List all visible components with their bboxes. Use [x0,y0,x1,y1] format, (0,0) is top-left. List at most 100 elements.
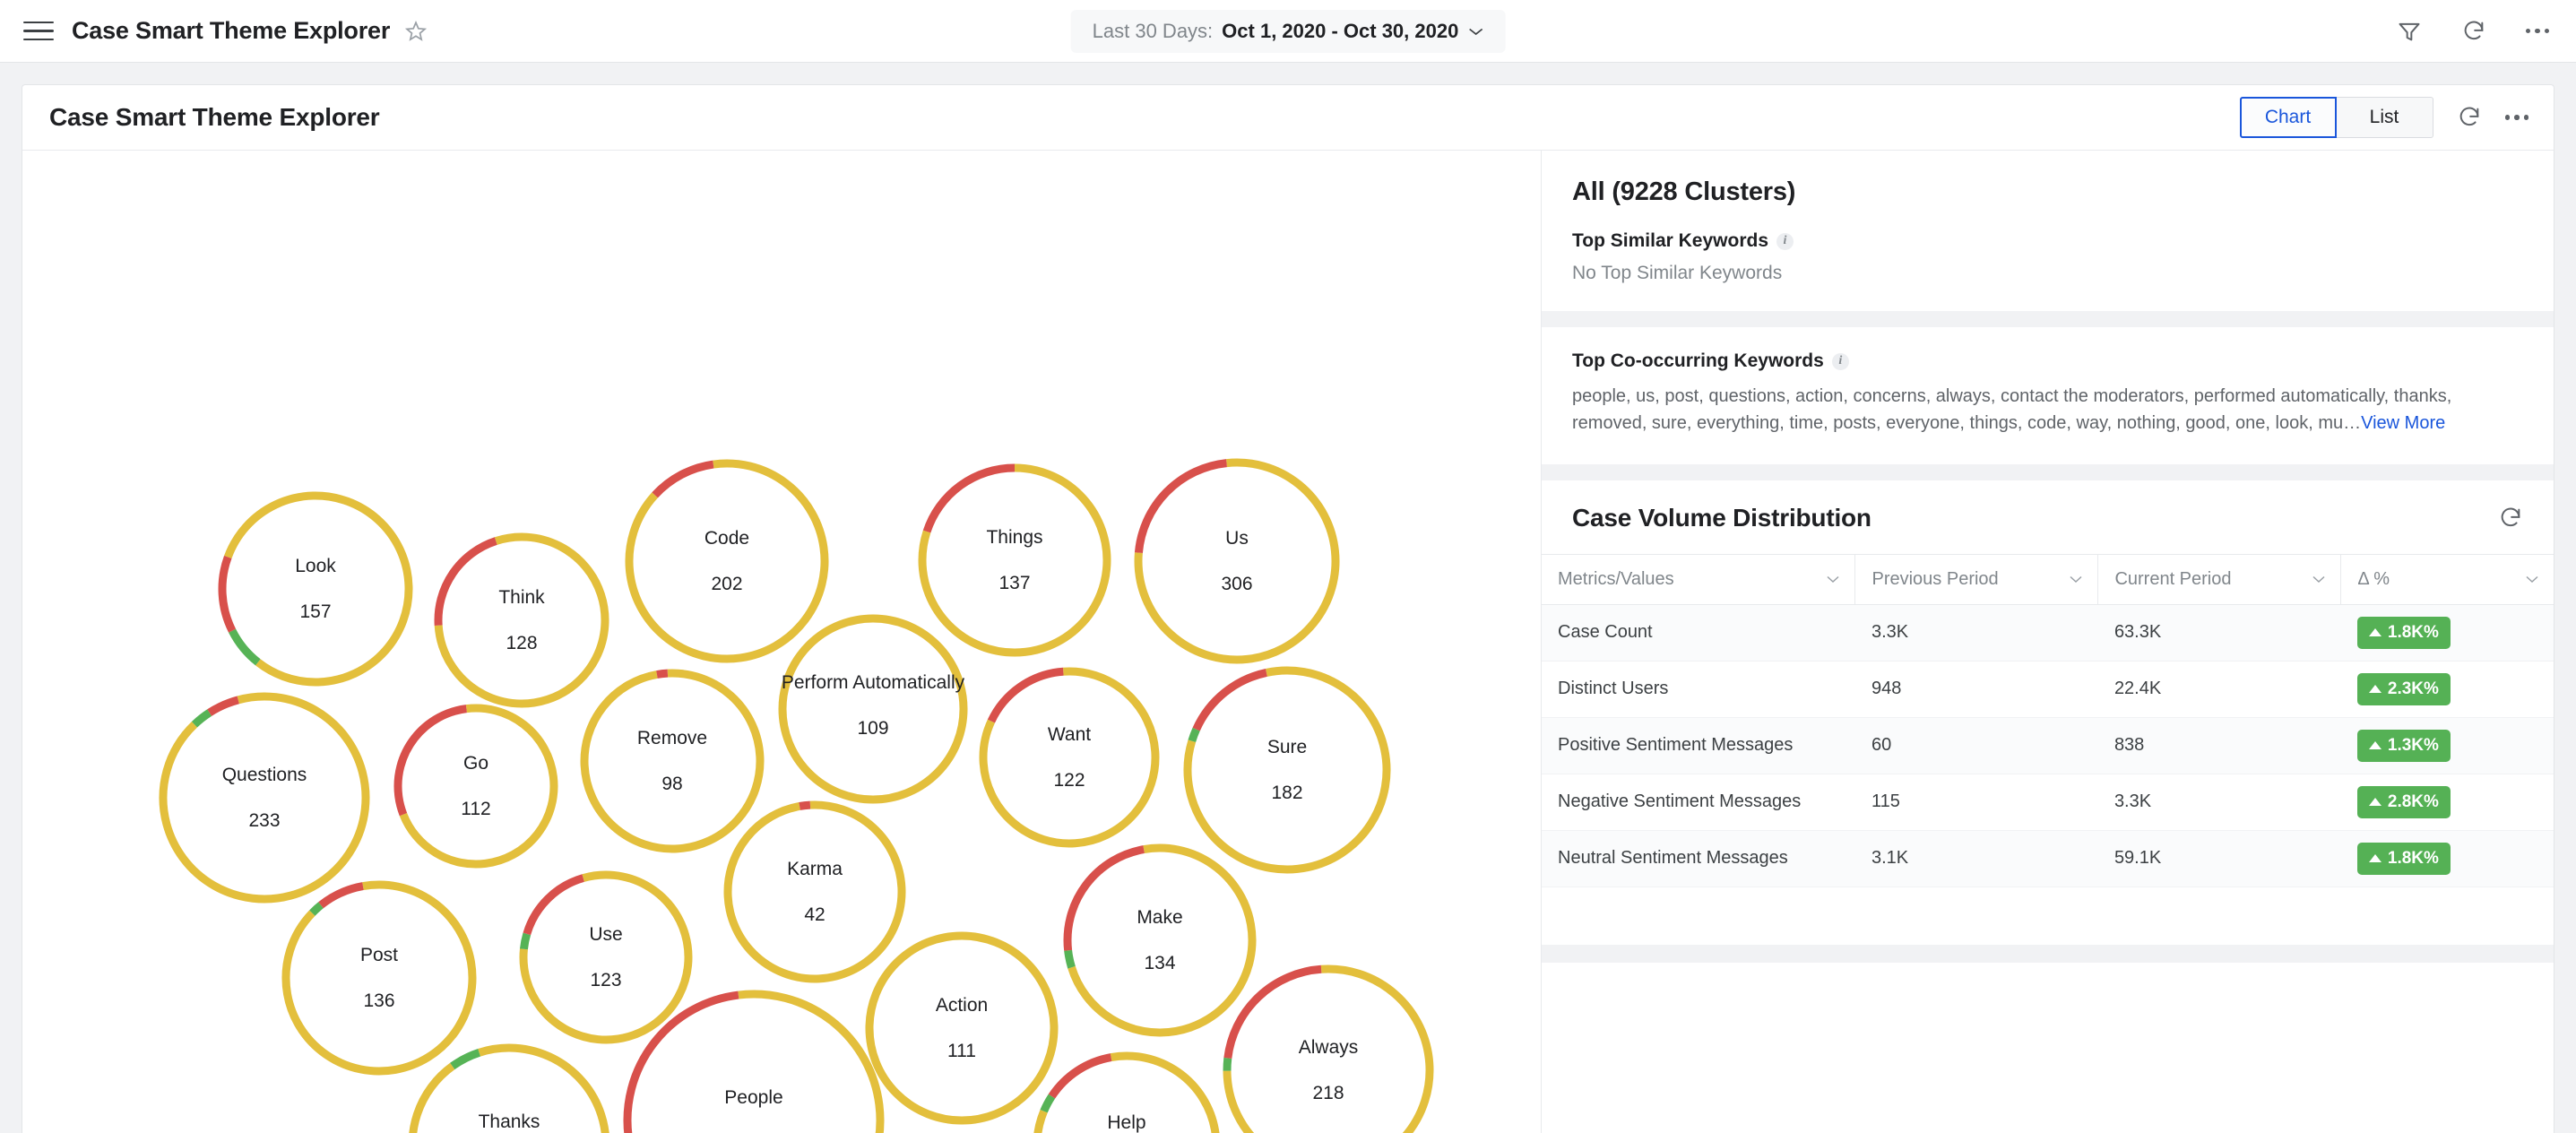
case-volume-header: Case Volume Distribution [1542,480,2554,554]
theme-bubble[interactable]: Help155 [1029,1048,1224,1133]
table-header-row: Metrics/Values Previous Period Current Per… [1542,553,2554,605]
trend-up-icon [2368,854,2382,863]
theme-bubble[interactable]: Thanks200 [404,1040,614,1133]
trend-up-icon [2368,798,2382,807]
hamburger-menu-icon[interactable] [23,20,54,43]
refresh-icon[interactable] [2498,506,2523,531]
details-panel: All (9228 Clusters) Top Similar Keywords… [1542,151,2554,1133]
cell-previous-period: 115 [1854,774,2098,831]
cell-current-period: 838 [2097,717,2341,774]
status-badge: 1.3K% [2356,729,2451,762]
cell-previous-period: 3.1K [1854,830,2098,887]
theme-bubble[interactable]: Always 218 [1219,961,1438,1133]
ring-segment-positive [218,491,413,687]
section-gap [1542,944,2554,963]
status-badge: 1.8K% [2356,616,2451,649]
section-gap [1542,463,2554,480]
status-badge: 2.8K% [2356,785,2451,818]
table-column-header[interactable]: Current Period [2097,553,2342,605]
tab-list[interactable]: List [2336,97,2433,138]
table-body: Case Count 3.3K 63.3K 1.8K% Distinct Users 94… [1542,604,2554,887]
table-column-header[interactable]: Δ % [2340,553,2554,605]
chevron-down-icon[interactable] [2069,575,2083,584]
theme-bubble[interactable]: Go 112 [390,700,562,872]
cell-metric: Distinct Users [1542,661,1855,718]
similar-keywords-header: Top Similar Keywords i [1572,230,2523,252]
cell-delta-percent: 2.8K% [2340,774,2554,831]
cell-previous-period: 948 [1854,661,2098,718]
info-icon[interactable]: i [1831,352,1849,370]
status-badge-label: 1.8K% [2387,848,2439,868]
case-volume-title: Case Volume Distribution [1572,503,1871,532]
card-header-actions: Chart List [2239,97,2528,138]
status-badge-label: 2.8K% [2387,791,2439,811]
cell-metric: Case Count [1542,604,1855,662]
similar-keywords-empty: No Top Similar Keywords [1572,263,1783,283]
sentiment-donut-ring [979,667,1160,848]
more-options-icon[interactable] [2504,115,2528,120]
ring-segment-positive [1223,964,1434,1133]
star-outline-icon[interactable] [404,20,428,43]
theme-bubble[interactable]: Us 306 [1130,454,1344,668]
ring-segment-neutral [408,1043,610,1133]
theme-bubble[interactable]: Look 157 [214,488,417,690]
page-title: Case Smart Theme Explorer [49,103,380,131]
theme-bubble[interactable]: Perform Automatically 109 [774,610,972,808]
table-column-header[interactable]: Metrics/Values [1542,553,1856,605]
cluster-header: All (9228 Clusters) [1572,177,1796,206]
cell-delta-percent: 1.8K% [2340,604,2554,662]
column-header-label: Previous Period [1871,568,1999,589]
cell-metric: Positive Sentiment Messages [1542,717,1855,774]
table-row[interactable]: Distinct Users 948 22.4K 2.3K% [1542,661,2554,718]
trend-up-icon [2368,685,2382,694]
chevron-down-icon[interactable] [2525,575,2539,584]
table-row[interactable]: Negative Sentiment Messages 115 3.3K 2.8K% [1542,774,2554,831]
filter-icon[interactable] [2397,19,2422,44]
table-row[interactable]: Case Count 3.3K 63.3K 1.8K% [1542,604,2554,662]
column-header-label: Metrics/Values [1558,568,1674,589]
cell-metric: Neutral Sentiment Messages [1542,830,1855,887]
app-header: Case Smart Theme Explorer Last 30 Days: … [0,0,2576,63]
cell-delta-percent: 1.8K% [2340,830,2554,887]
table-row[interactable]: Neutral Sentiment Messages 3.1K 59.1K 1.8K% [1542,830,2554,887]
status-badge: 1.8K% [2356,842,2451,875]
view-more-link[interactable]: View More [2361,413,2445,433]
theme-bubble[interactable]: Questions 233 [155,688,374,907]
info-icon[interactable]: i [1776,232,1794,250]
table-row[interactable]: Positive Sentiment Messages 60 838 1.3K% [1542,717,2554,774]
sentiment-donut-ring [623,990,885,1133]
cooccurring-keywords-text: people, us, post, questions, action, con… [1572,383,2523,437]
cell-metric: Negative Sentiment Messages [1542,774,1855,831]
cooccurring-keywords-value: people, us, post, questions, action, con… [1572,386,2452,434]
chevron-down-icon[interactable] [1826,575,1840,584]
tab-chart[interactable]: Chart [2239,97,2337,138]
cluster-summary-section: All (9228 Clusters) Top Similar Keywords… [1542,151,2554,311]
refresh-icon[interactable] [2461,19,2486,44]
app-title: Case Smart Theme Explorer [72,17,391,44]
table-column-header[interactable]: Previous Period [1854,553,2099,605]
refresh-icon[interactable] [2457,105,2482,130]
date-range-selector[interactable]: Last 30 Days: Oct 1, 2020 - Oct 30, 2020 [1070,9,1506,53]
sentiment-donut-ring [408,1043,610,1133]
ring-segment-neutral [1134,458,1340,664]
panel-tail [1542,962,2554,1133]
cooccurring-keywords-header: Top Co-occurring Keywords i [1572,350,2523,372]
date-range-value: Oct 1, 2020 - Oct 30, 2020 [1222,19,1459,42]
date-range-label: Last 30 Days: [1092,19,1214,42]
ring-segment-neutral [393,704,558,869]
status-badge-label: 2.3K% [2387,679,2439,698]
ring-segment-negative [1223,964,1434,1133]
trend-up-icon [2368,628,2382,637]
cooccurring-keywords-section: Top Co-occurring Keywords i people, us, … [1542,327,2554,464]
chevron-down-icon[interactable] [2312,575,2326,584]
sentiment-donut-ring [159,692,370,904]
similar-keywords-title: Top Similar Keywords [1572,230,1768,251]
card-header: Case Smart Theme Explorer Chart List [22,85,2554,151]
ring-segment-negative [623,990,885,1133]
ring-segment-neutral [218,491,413,687]
more-options-icon[interactable] [2525,28,2549,34]
cell-previous-period: 60 [1854,717,2098,774]
case-volume-section: Case Volume Distribution Metrics/Values P… [1542,480,2554,887]
theme-bubble[interactable]: People604 [619,986,888,1133]
theme-bubble[interactable]: Want 122 [975,663,1163,852]
